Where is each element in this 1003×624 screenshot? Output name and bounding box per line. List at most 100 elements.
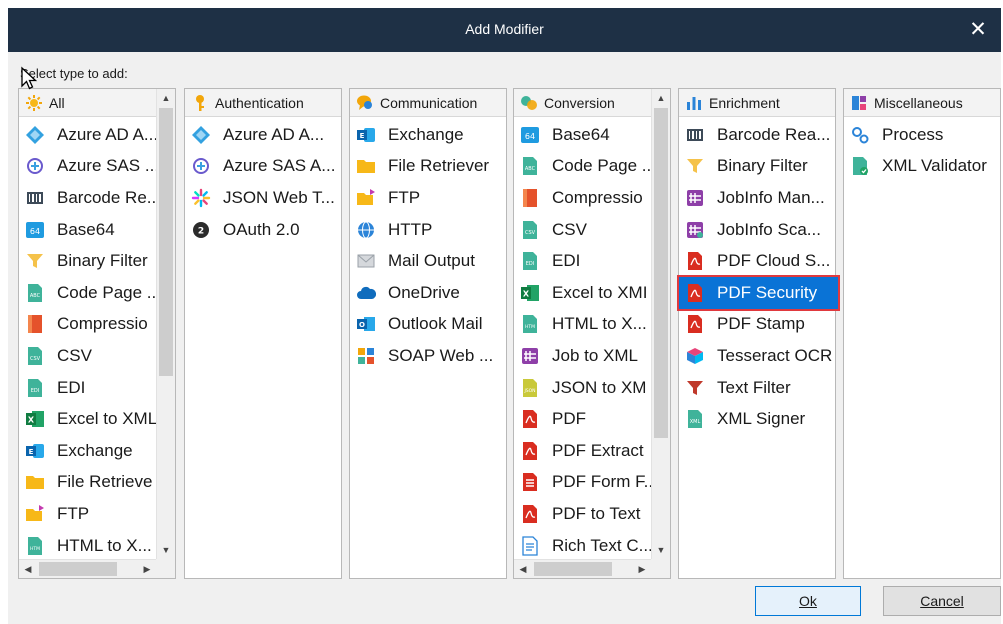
- compression-icon: [520, 188, 540, 208]
- list-item[interactable]: Azure AD A...: [185, 119, 341, 151]
- scroll-down-icon[interactable]: ▼: [652, 541, 670, 559]
- list-item[interactable]: HTM HTML to X...: [19, 530, 156, 562]
- list-item[interactable]: EDI EDI: [19, 372, 156, 404]
- list-item[interactable]: Barcode Rea...: [679, 119, 835, 151]
- column-communication[interactable]: Communication E Exchange File Retriever F…: [349, 88, 507, 579]
- list-item[interactable]: X Excel to XMI: [514, 277, 651, 309]
- list-item[interactable]: Compressio: [514, 182, 651, 214]
- list-item[interactable]: Tesseract OCR: [679, 340, 835, 372]
- column-conversion[interactable]: Conversion 64 Base64 ABC Code Page ... Com…: [513, 88, 671, 579]
- scroll-left-icon[interactable]: ◀: [19, 560, 37, 578]
- column-header-label: Conversion: [544, 94, 615, 111]
- rich-text-icon: [520, 535, 540, 556]
- list-item[interactable]: Binary Filter: [679, 151, 835, 183]
- horizontal-scrollbar[interactable]: ◀ ▶: [19, 559, 156, 578]
- scroll-down-icon[interactable]: ▼: [157, 541, 175, 559]
- svg-text:XML: XML: [690, 419, 701, 425]
- ok-button[interactable]: Ok: [755, 586, 861, 616]
- list-item[interactable]: FTP: [350, 182, 506, 214]
- list-item[interactable]: O Outlook Mail: [350, 309, 506, 341]
- ftp-folder-icon: [356, 188, 376, 208]
- list-item[interactable]: File Retriever: [350, 151, 506, 183]
- column-all[interactable]: All Azure AD A... Azure SAS ... Barcode …: [18, 88, 176, 579]
- column-miscellaneous[interactable]: Miscellaneous Process XML Validator: [843, 88, 1001, 579]
- list-item[interactable]: PDF: [514, 403, 651, 435]
- list-item-selected[interactable]: PDF Security: [677, 274, 840, 311]
- list-item-label: Tesseract OCR: [717, 345, 833, 365]
- json-web-token-icon: [191, 188, 211, 208]
- column-enrichment[interactable]: Enrichment Barcode Rea... Binary Filter …: [677, 88, 840, 579]
- svg-text:X: X: [523, 289, 530, 298]
- exchange-icon: E: [25, 441, 45, 461]
- list-item[interactable]: PDF Form F...: [514, 467, 651, 499]
- list-item[interactable]: XML Validator: [844, 151, 1000, 183]
- job-icon: [520, 346, 540, 366]
- list-item[interactable]: HTM HTML to X...: [514, 309, 651, 341]
- scroll-up-icon[interactable]: ▲: [652, 89, 670, 107]
- list-item[interactable]: FTP: [19, 498, 156, 530]
- list-item[interactable]: Binary Filter: [19, 245, 156, 277]
- list-item[interactable]: JSON Web T...: [185, 182, 341, 214]
- list-item[interactable]: JSON JSON to XM: [514, 372, 651, 404]
- scroll-thumb[interactable]: [654, 108, 668, 438]
- list-item[interactable]: JobInfo Man...: [679, 182, 835, 214]
- list-item[interactable]: HTTP: [350, 214, 506, 246]
- list-item[interactable]: PDF Extract: [514, 435, 651, 467]
- svg-text:JSON: JSON: [523, 388, 535, 394]
- list-item[interactable]: Compressio: [19, 309, 156, 341]
- key-icon: [191, 94, 209, 112]
- scroll-up-icon[interactable]: ▲: [157, 89, 175, 107]
- scroll-right-icon[interactable]: ▶: [633, 560, 651, 578]
- list-item[interactable]: OneDrive: [350, 277, 506, 309]
- close-button[interactable]: ✕: [965, 17, 991, 43]
- column-header-label: Miscellaneous: [874, 94, 963, 111]
- list-item[interactable]: 2 OAuth 2.0: [185, 214, 341, 246]
- scroll-thumb[interactable]: [159, 108, 173, 376]
- list-item[interactable]: ABC Code Page ...: [514, 151, 651, 183]
- list-item[interactable]: File Retrieve: [19, 467, 156, 499]
- list-item[interactable]: CSV CSV: [19, 340, 156, 372]
- list-item[interactable]: E Exchange: [19, 435, 156, 467]
- list-item[interactable]: 64 Base64: [19, 214, 156, 246]
- list-item[interactable]: CSV CSV: [514, 214, 651, 246]
- column-authentication[interactable]: Authentication Azure AD A... Azure SAS A…: [184, 88, 342, 579]
- list-item-label: Base64: [57, 219, 115, 239]
- list-item[interactable]: JobInfo Sca...: [679, 214, 835, 246]
- list-item[interactable]: Azure SAS ...: [19, 151, 156, 183]
- cloud-icon: [356, 283, 376, 303]
- list-item[interactable]: X Excel to XML: [19, 403, 156, 435]
- scroll-right-icon[interactable]: ▶: [138, 560, 156, 578]
- list-item[interactable]: Azure SAS A...: [185, 151, 341, 183]
- list-item[interactable]: PDF Cloud S...: [679, 245, 835, 277]
- list-item[interactable]: ABC Code Page ...: [19, 277, 156, 309]
- xml-validator-icon: [850, 156, 870, 176]
- list-item-label: PDF Cloud S...: [717, 251, 831, 271]
- scroll-corner: [651, 559, 670, 578]
- list-item-label: Rich Text C...: [552, 535, 651, 555]
- scroll-left-icon[interactable]: ◀: [514, 560, 532, 578]
- list-item-label: JSON Web T...: [223, 187, 335, 207]
- list-item[interactable]: XML XML Signer: [679, 403, 835, 435]
- list-item-label: Barcode Re...: [57, 187, 156, 207]
- list-item[interactable]: PDF Stamp: [679, 309, 835, 341]
- list-item[interactable]: EDI EDI: [514, 245, 651, 277]
- list-item[interactable]: Mail Output: [350, 245, 506, 277]
- list-item[interactable]: Azure AD A...: [19, 119, 156, 151]
- scroll-thumb[interactable]: [39, 562, 117, 576]
- list-item[interactable]: 64 Base64: [514, 119, 651, 151]
- list-item[interactable]: E Exchange: [350, 119, 506, 151]
- vertical-scrollbar[interactable]: ▲ ▼: [156, 89, 175, 559]
- list-item-label: JobInfo Sca...: [717, 219, 821, 239]
- vertical-scrollbar[interactable]: ▲ ▼: [651, 89, 670, 559]
- list-item[interactable]: PDF to Text: [514, 498, 651, 530]
- list-item[interactable]: Job to XML: [514, 340, 651, 372]
- list-item[interactable]: Rich Text C...: [514, 530, 651, 562]
- scroll-thumb[interactable]: [534, 562, 612, 576]
- cancel-button[interactable]: Cancel: [883, 586, 1001, 616]
- list-item[interactable]: Barcode Re...: [19, 182, 156, 214]
- list-item[interactable]: SOAP Web ...: [350, 340, 506, 372]
- list-item[interactable]: Process: [844, 119, 1000, 151]
- excel-icon: X: [520, 283, 540, 303]
- list-item[interactable]: Text Filter: [679, 372, 835, 404]
- horizontal-scrollbar[interactable]: ◀ ▶: [514, 559, 651, 578]
